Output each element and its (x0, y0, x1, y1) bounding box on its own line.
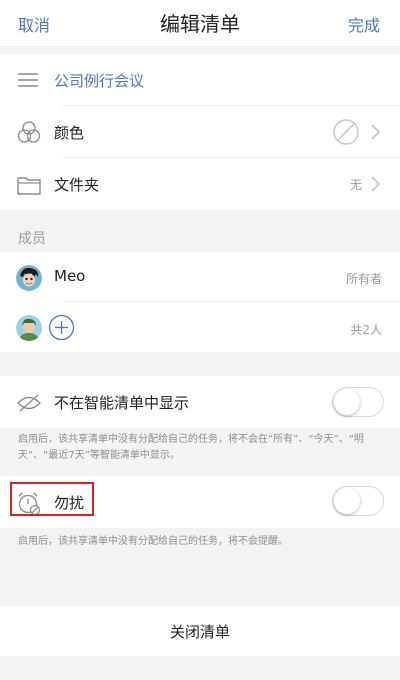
member-row[interactable]: Meo 所有者 (0, 252, 400, 302)
folder-icon (17, 177, 41, 195)
color-circles-icon (17, 121, 41, 143)
smart-list-row: 不在智能清单中显示 (0, 376, 400, 428)
navigation-bar: 取消 编辑清单 完成 (0, 0, 400, 47)
list-settings-section: 公司例行会议 颜色 文件夹 无 (0, 54, 400, 210)
close-list-section: 关闭清单 (0, 606, 400, 656)
no-color-icon[interactable] (332, 118, 360, 146)
close-list-button[interactable]: 关闭清单 (0, 621, 400, 642)
dnd-toggle[interactable] (332, 486, 384, 516)
highlight-box (10, 482, 94, 516)
list-name-row[interactable]: 公司例行会议 (0, 54, 400, 106)
dnd-note: 启用后，该共享清单中没有分配给自己的任务，将不会提醒。 (18, 536, 288, 547)
folder-row[interactable]: 文件夹 无 (0, 158, 400, 210)
members-section: Meo 所有者 共2人 (0, 252, 400, 352)
color-label: 颜色 (54, 124, 85, 142)
chevron-right-icon (371, 176, 381, 192)
members-header: 成员 (18, 231, 46, 247)
member-name: Meo (54, 267, 86, 285)
eye-hidden-icon (17, 394, 41, 412)
member-count: 共2人 (350, 323, 382, 337)
add-member-button[interactable] (48, 314, 75, 341)
smart-list-label: 不在智能清单中显示 (54, 394, 190, 412)
menu-icon (18, 73, 38, 87)
avatar (16, 315, 42, 341)
add-member-row: 共2人 (0, 302, 400, 352)
smart-list-note: 启用后，该共享清单中没有分配给自己的任务，将不会在“所有”、“今天”、“明天”、… (18, 434, 364, 461)
folder-label: 文件夹 (54, 176, 100, 194)
smart-list-toggle[interactable] (332, 387, 384, 417)
list-name-input[interactable]: 公司例行会议 (54, 70, 144, 91)
smart-list-section: 不在智能清单中显示 启用后，该共享清单中没有分配给自己的任务，将不会在“所有”、… (0, 376, 400, 476)
toggle-knob (334, 389, 360, 415)
avatar (16, 265, 42, 291)
toggle-knob (334, 488, 360, 514)
done-button[interactable]: 完成 (348, 12, 380, 36)
page-title: 编辑清单 (160, 12, 240, 36)
member-role: 所有者 (345, 272, 382, 286)
chevron-right-icon (371, 124, 381, 140)
folder-value: 无 (349, 178, 362, 192)
color-row[interactable]: 颜色 (0, 106, 400, 158)
